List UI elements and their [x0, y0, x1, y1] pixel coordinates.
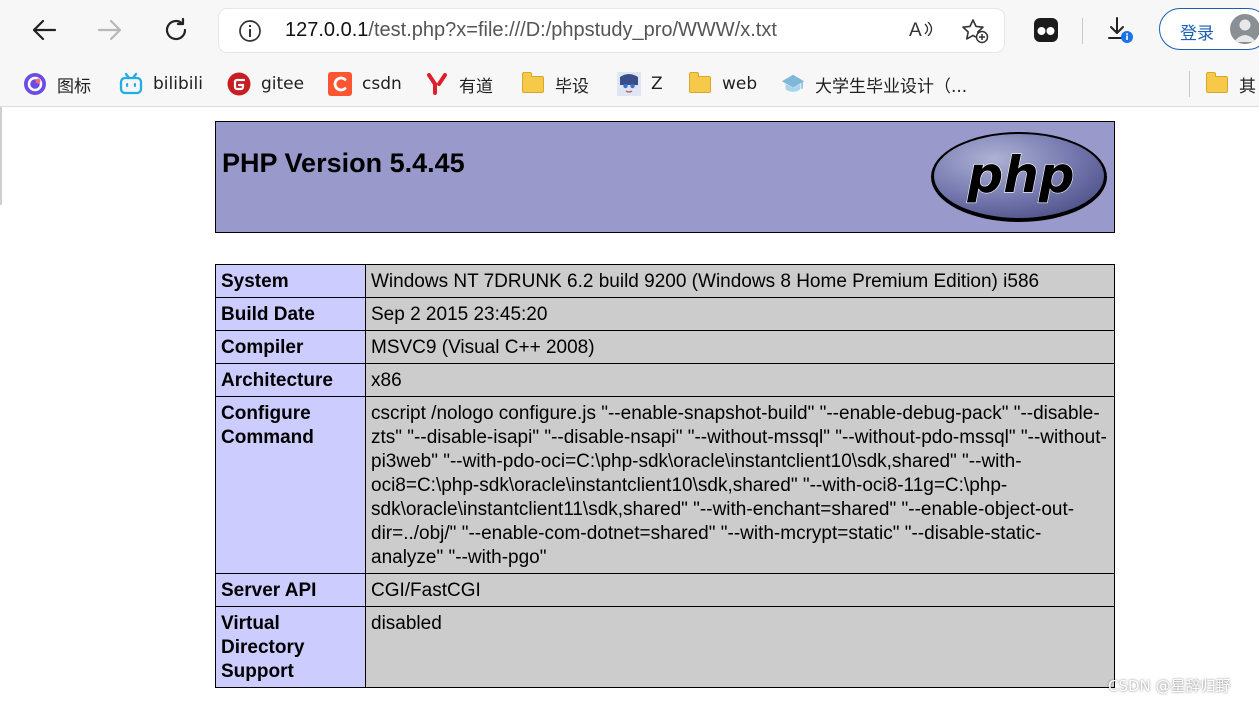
bookmark-label: bilibili [153, 74, 203, 94]
row-value-text: disabled [371, 613, 442, 634]
row-value-text: x86 [371, 370, 402, 391]
row-value: Windows NT 7DRUNK 6.2 build 9200 (Window… [365, 264, 1115, 298]
row-key: System [215, 264, 366, 298]
url-text[interactable]: 127.0.0.1/test.php?x=file:///D:/phpstudy… [285, 19, 777, 42]
bookmark-bilibili[interactable]: bilibili [119, 70, 203, 98]
extension-button[interactable] [1028, 12, 1064, 48]
extension-icon [1034, 18, 1058, 42]
bookmark-gitee[interactable]: gitee [227, 70, 304, 98]
gitee-icon [227, 72, 251, 96]
bookmark-label: Z [651, 74, 663, 94]
avatar [1230, 14, 1259, 44]
table-row: Configure Command cscript /nologo configu… [215, 396, 1115, 574]
bookmark-label: gitee [261, 74, 305, 94]
bookmark-label: csdn [362, 74, 402, 94]
table-row: Virtual Directory Support disabled [215, 606, 1115, 688]
refresh-button[interactable] [158, 12, 194, 48]
info-icon[interactable] [238, 19, 262, 47]
bookmark-label: 大学生毕业设计（... [815, 76, 968, 97]
star-plus-icon [962, 19, 989, 44]
php-version-header: PHP Version 5.4.45 php [215, 121, 1115, 233]
bookmarks-bar: 图标 bilibili gitee csdn 有道 毕设 Z web 大学生毕业… [0, 62, 1259, 107]
row-key: Compiler [215, 330, 366, 364]
toolbar-divider [1082, 18, 1083, 44]
bilibili-icon [119, 72, 143, 96]
bookmark-youdao[interactable]: 有道 [425, 70, 493, 98]
bookmark-graduation-design[interactable]: 大学生毕业设计（... [781, 70, 967, 98]
downloads-button[interactable] [1102, 12, 1138, 48]
add-favorite-button[interactable] [961, 18, 989, 48]
row-value-text: cscript /nologo configure.js "--enable-s… [371, 403, 1107, 568]
php-logo-text: php [966, 146, 1074, 204]
back-button[interactable] [26, 12, 62, 48]
row-value: CGI/FastCGI [365, 573, 1115, 607]
bookmark-csdn[interactable]: csdn [328, 70, 402, 98]
row-value-text: Windows NT 7DRUNK 6.2 build 9200 (Window… [371, 271, 1040, 292]
youdao-icon [425, 72, 449, 96]
watermark: CSDN @星辞归野 [1108, 677, 1231, 695]
php-logo: php [931, 132, 1107, 222]
school-icon [781, 72, 805, 96]
address-bar[interactable]: 127.0.0.1/test.php?x=file:///D:/phpstudy… [219, 9, 1004, 52]
app-icon [23, 72, 47, 96]
row-value-text: Sep 2 2015 23:45:20 [371, 304, 548, 325]
read-aloud-icon: A [909, 20, 922, 41]
row-value-text: MSVC9 (Visual C++ 2008) [371, 337, 595, 358]
bookmark-label: 其 [1239, 76, 1256, 97]
row-value-text: CGI/FastCGI [371, 580, 481, 601]
page-title: PHP Version 5.4.45 [222, 148, 465, 178]
arrow-left-icon [32, 19, 57, 41]
row-value: MSVC9 (Visual C++ 2008) [365, 330, 1115, 364]
refresh-icon [165, 17, 187, 41]
row-key: Architecture [215, 363, 366, 397]
bookmark-label: 毕设 [555, 76, 589, 97]
avatar-icon [617, 72, 641, 96]
arrow-right-icon [97, 19, 122, 41]
row-value: disabled [365, 606, 1115, 688]
csdn-icon [328, 72, 352, 96]
php-info-table: System Windows NT 7DRUNK 6.2 build 9200 (… [215, 264, 1115, 688]
row-key: Server API [215, 573, 366, 607]
table-row: Architecture x86 [215, 363, 1115, 397]
login-button[interactable]: 登录 [1159, 8, 1259, 50]
login-label: 登录 [1180, 24, 1214, 44]
row-key: Build Date [215, 297, 366, 331]
row-value: x86 [365, 363, 1115, 397]
bookmark-label: web [722, 74, 758, 94]
folder-icon [688, 71, 712, 96]
bookmark-folder-bishe[interactable]: 毕设 [521, 70, 589, 98]
row-value: Sep 2 2015 23:45:20 [365, 297, 1115, 331]
bookmarks-divider [1189, 71, 1190, 97]
browser-toolbar: 127.0.0.1/test.php?x=file:///D:/phpstudy… [0, 0, 1259, 62]
download-icon [1108, 17, 1133, 43]
bookmark-folder-web[interactable]: web [688, 70, 757, 98]
read-aloud-button[interactable]: A [909, 20, 933, 42]
bookmark-app[interactable]: 图标 [23, 70, 91, 98]
forward-button[interactable] [92, 12, 128, 48]
bookmark-folder-other[interactable]: 其 [1205, 70, 1256, 98]
bookmark-z[interactable]: Z [617, 70, 663, 98]
folder-icon [1205, 71, 1229, 96]
folder-icon [521, 71, 545, 96]
bookmark-label: 有道 [459, 76, 493, 97]
row-value: cscript /nologo configure.js "--enable-s… [365, 396, 1115, 574]
table-row: Server API CGI/FastCGI [215, 573, 1115, 607]
table-row: Build Date Sep 2 2015 23:45:20 [215, 297, 1115, 331]
bookmark-label: 图标 [57, 76, 91, 97]
url-path: /test.php?x=file:///D:/phpstudy_pro/WWW/… [368, 19, 777, 41]
window-edge [0, 107, 2, 205]
table-row: System Windows NT 7DRUNK 6.2 build 9200 (… [215, 264, 1115, 298]
row-key: Virtual Directory Support [215, 606, 366, 688]
table-row: Compiler MSVC9 (Visual C++ 2008) [215, 330, 1115, 364]
url-host: 127.0.0.1 [285, 19, 369, 41]
row-key: Configure Command [215, 396, 366, 574]
